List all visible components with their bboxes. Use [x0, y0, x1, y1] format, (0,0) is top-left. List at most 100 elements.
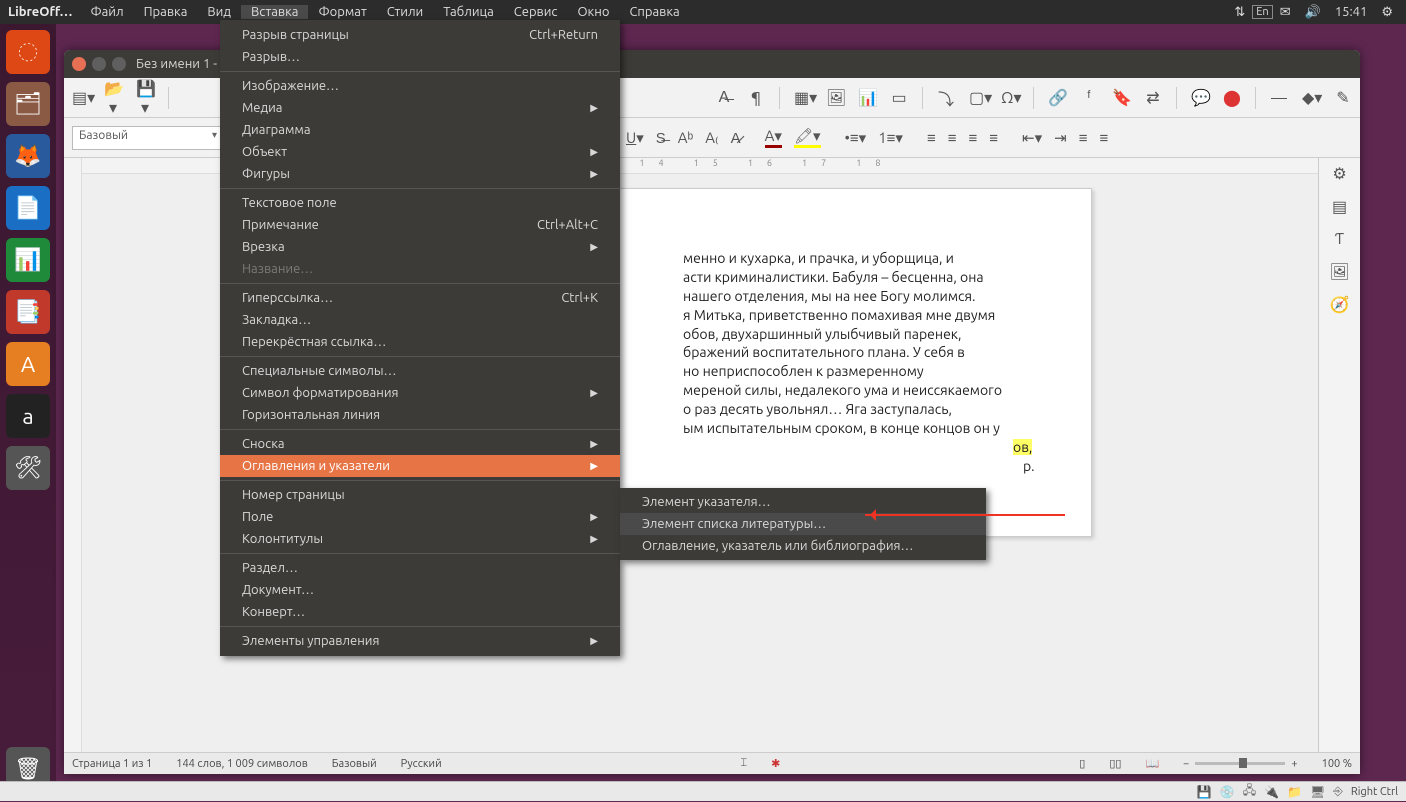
- align-justify-icon[interactable]: ≡: [989, 129, 998, 147]
- table-icon[interactable]: ▦▾: [794, 88, 812, 107]
- align-right-icon[interactable]: ≡: [969, 129, 978, 147]
- impress-icon[interactable]: 📑: [6, 290, 50, 334]
- insert-menu-item[interactable]: Закладка…: [220, 309, 620, 331]
- insert-menu-item[interactable]: ПримечаниеCtrl+Alt+C: [220, 214, 620, 236]
- software-icon[interactable]: A: [6, 342, 50, 386]
- indent-dec-icon[interactable]: ⇤▾: [1022, 129, 1042, 147]
- insert-menu-item[interactable]: Перекрёстная ссылка…: [220, 331, 620, 353]
- insert-menu-item[interactable]: Текстовое поле: [220, 192, 620, 214]
- amazon-icon[interactable]: a: [6, 394, 50, 438]
- draw-icon[interactable]: ✎: [1334, 88, 1352, 107]
- textbox-icon[interactable]: ▭: [890, 88, 908, 107]
- zoom-slider[interactable]: −+: [1183, 758, 1297, 770]
- clock[interactable]: 15:41: [1328, 5, 1375, 19]
- number-list-icon[interactable]: 1≡▾: [878, 129, 903, 147]
- superscript-icon[interactable]: Aᵇ: [678, 129, 693, 147]
- basic-shapes-icon[interactable]: ◆▾: [1302, 88, 1320, 107]
- view-multi-icon[interactable]: ▯▯: [1109, 757, 1121, 770]
- sound-icon[interactable]: 🔊: [1298, 5, 1328, 20]
- submenu-item[interactable]: Элемент указателя…: [620, 491, 986, 513]
- status-save-icon[interactable]: ✱: [771, 757, 780, 770]
- settings-icon[interactable]: 🛠: [6, 446, 50, 490]
- network-icon[interactable]: ⇅: [1227, 5, 1252, 20]
- align-left-icon[interactable]: ≡: [927, 129, 936, 147]
- submenu-item[interactable]: Элемент списка литературы…: [620, 513, 986, 535]
- insert-menu-item[interactable]: Раздел…: [220, 557, 620, 579]
- window-minimize[interactable]: [92, 57, 106, 71]
- files-icon[interactable]: 🗂: [6, 82, 50, 126]
- menu-view[interactable]: Вид: [197, 5, 241, 19]
- pagebreak-icon[interactable]: ⤵: [937, 86, 955, 110]
- menu-insert[interactable]: Вставка: [241, 5, 308, 19]
- view-book-icon[interactable]: 📖: [1145, 757, 1159, 770]
- para-spacing-icon[interactable]: ≡: [1099, 129, 1108, 147]
- insert-menu-item[interactable]: Документ…: [220, 579, 620, 601]
- bullet-list-icon[interactable]: •≡▾: [845, 129, 867, 147]
- window-maximize[interactable]: [112, 57, 126, 71]
- paragraph-style-combo[interactable]: Базовый: [72, 126, 222, 150]
- hyperlink-icon[interactable]: 🔗: [1048, 88, 1066, 107]
- save-icon[interactable]: 💾▾: [136, 79, 154, 117]
- clear-format-icon[interactable]: A̶: [715, 88, 733, 107]
- menu-edit[interactable]: Правка: [134, 5, 198, 19]
- mail-icon[interactable]: ✉: [1273, 5, 1298, 20]
- image-icon[interactable]: 🖼: [826, 88, 844, 107]
- subscript-icon[interactable]: A₍: [705, 129, 718, 147]
- insert-menu-item[interactable]: Колонтитулы▶: [220, 528, 620, 550]
- calc-icon[interactable]: 📊: [6, 238, 50, 282]
- insert-menu-item[interactable]: Медиа▶: [220, 97, 620, 119]
- menu-tools[interactable]: Сервис: [504, 5, 568, 19]
- insert-menu-item[interactable]: Разрыв страницыCtrl+Return: [220, 24, 620, 46]
- align-center-icon[interactable]: ≡: [948, 129, 957, 147]
- pilcrow-icon[interactable]: ¶: [747, 89, 765, 107]
- chart-icon[interactable]: 📊: [858, 88, 876, 107]
- insert-menu-item[interactable]: Гиперссылка…Ctrl+K: [220, 287, 620, 309]
- insert-menu-item[interactable]: Диаграмма: [220, 119, 620, 141]
- comment-icon[interactable]: 💬: [1191, 88, 1209, 107]
- menu-format[interactable]: Формат: [308, 5, 376, 19]
- sidebar-properties-icon[interactable]: ▤: [1332, 197, 1347, 216]
- open-icon[interactable]: 📂▾: [104, 79, 122, 117]
- line-icon[interactable]: —: [1270, 89, 1288, 107]
- crossref-icon[interactable]: ⇄: [1144, 88, 1162, 107]
- insert-menu-item[interactable]: Сноска▶: [220, 433, 620, 455]
- submenu-item[interactable]: Оглавление, указатель или библиография…: [620, 535, 986, 557]
- highlight-icon[interactable]: 🖍▾: [794, 127, 821, 148]
- linespacing-icon[interactable]: ≡: [1079, 129, 1088, 147]
- menu-file[interactable]: Файл: [81, 5, 134, 19]
- insert-menu-item[interactable]: Оглавления и указатели▶: [220, 455, 620, 477]
- insert-menu-item[interactable]: Объект▶: [220, 141, 620, 163]
- menu-styles[interactable]: Стили: [377, 5, 434, 19]
- firefox-icon[interactable]: 🦊: [6, 134, 50, 178]
- insert-menu-item[interactable]: Специальные символы…: [220, 360, 620, 382]
- insert-menu-item[interactable]: Номер страницы: [220, 484, 620, 506]
- sidebar-gallery-icon[interactable]: 🖼: [1329, 262, 1349, 281]
- erase-icon[interactable]: A̷: [731, 129, 741, 147]
- sidebar-styles-icon[interactable]: Ƭ: [1335, 230, 1344, 248]
- insert-menu-item[interactable]: Врезка▶: [220, 236, 620, 258]
- menu-table[interactable]: Таблица: [433, 5, 504, 19]
- strike-icon[interactable]: S̶: [656, 129, 666, 147]
- footnote-icon[interactable]: ᶠ: [1080, 88, 1098, 107]
- menu-window[interactable]: Окно: [567, 5, 619, 19]
- insert-menu-item[interactable]: Разрыв…: [220, 46, 620, 68]
- insert-menu-item[interactable]: Горизонтальная линия: [220, 404, 620, 426]
- field-icon[interactable]: ▢▾: [969, 88, 987, 107]
- insert-menu-item[interactable]: Элементы управления▶: [220, 630, 620, 652]
- insert-menu-item[interactable]: Фигуры▶: [220, 163, 620, 185]
- gear-icon[interactable]: ⚙: [1374, 5, 1400, 20]
- new-icon[interactable]: ▤▾: [72, 88, 90, 107]
- sidebar-navigator-icon[interactable]: 🧭: [1330, 295, 1350, 314]
- keyboard-layout[interactable]: En: [1252, 5, 1272, 19]
- sidebar-settings-icon[interactable]: ⚙: [1332, 164, 1346, 183]
- symbol-icon[interactable]: Ω▾: [1001, 88, 1019, 107]
- insert-menu-item[interactable]: Символ форматирования▶: [220, 382, 620, 404]
- view-single-icon[interactable]: ▯: [1079, 757, 1085, 770]
- dash-icon[interactable]: ◌: [6, 30, 50, 74]
- writer-icon[interactable]: 📄: [6, 186, 50, 230]
- indent-inc-icon[interactable]: ⇥: [1054, 129, 1067, 147]
- insert-menu-item[interactable]: Изображение…: [220, 75, 620, 97]
- status-insert-icon[interactable]: ⌶: [741, 757, 748, 770]
- window-close[interactable]: [72, 57, 86, 71]
- trackchanges-icon[interactable]: ⬤: [1223, 88, 1241, 107]
